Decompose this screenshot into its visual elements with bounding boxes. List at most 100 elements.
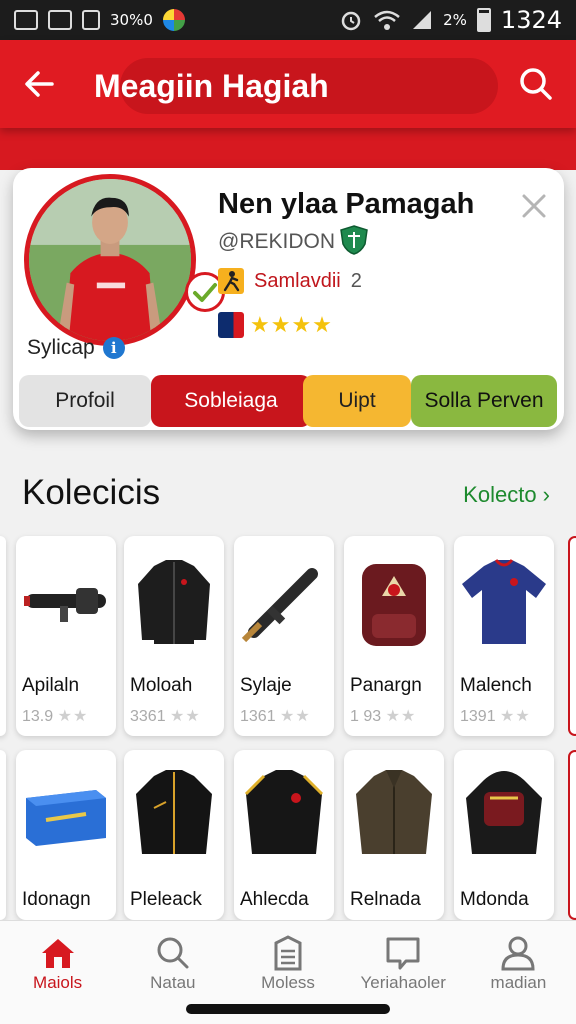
status-text: 30%0 <box>110 11 153 29</box>
app-bar: Meagiin Hagiah <box>0 40 576 170</box>
tab-sobleiaga[interactable]: Sobleiaga <box>151 375 311 427</box>
runner-icon <box>218 268 244 294</box>
tab-profile[interactable]: Profoil <box>19 375 151 427</box>
nav-label: Yeriahaoler <box>360 973 446 992</box>
stat-label: Samlavdii <box>254 269 341 292</box>
item-name: Relnada <box>350 889 421 910</box>
collection-item[interactable]: Panargn 1 93 ★★ <box>344 536 444 736</box>
collection-item[interactable]: Apilaln 13.9 ★★ <box>16 536 116 736</box>
jacket-icon <box>136 770 212 854</box>
item-meta: 3361 ★★ <box>130 706 201 726</box>
search-icon <box>157 937 189 969</box>
section-title: Kolecicis <box>22 473 161 512</box>
tab-uipt[interactable]: Uipt <box>303 375 411 427</box>
item-meta: 1391 ★★ <box>460 706 531 726</box>
collection-item[interactable]: Relnada <box>344 750 444 920</box>
item-stars: ★★ <box>500 708 531 725</box>
item-name: Panargn <box>350 675 422 696</box>
team-flag-icon <box>218 312 244 338</box>
club-shield-icon <box>340 225 368 255</box>
item-count: 3361 <box>130 708 166 725</box>
item-count: 1 93 <box>350 708 382 725</box>
nav-label: madian <box>490 973 547 992</box>
stat-value: 2 <box>350 269 362 292</box>
item-name: Malench <box>460 675 532 696</box>
item-name: Apilaln <box>22 675 80 696</box>
status-bar: 30%0 2% 1324 <box>0 0 576 40</box>
item-name: Moloah <box>130 675 193 696</box>
bazooka-icon <box>24 588 106 622</box>
profile-card: Nen ylaa Pamagah @REKIDON Samlavdii 2 ★★… <box>13 168 564 430</box>
chrome-icon <box>162 9 185 31</box>
tab-solla-perven[interactable]: Solla Perven <box>411 375 557 427</box>
nav-label: Moless <box>261 973 315 992</box>
partial-tile-right[interactable] <box>568 536 576 736</box>
leather-jacket-icon <box>356 770 432 854</box>
item-stars: ★★ <box>280 708 311 725</box>
partial-tile-left[interactable] <box>0 750 6 920</box>
close-button[interactable] <box>518 190 550 222</box>
item-meta: 13.9 ★★ <box>22 706 88 726</box>
collection-item[interactable]: Sylaje 1361 ★★ <box>234 536 334 736</box>
stat-row: Samlavdii 2 <box>218 268 362 294</box>
collection-item[interactable]: Malench 1391 ★★ <box>454 536 554 736</box>
nav-item-profile[interactable]: madian <box>461 921 576 1024</box>
player-photo <box>29 179 191 341</box>
profile-caption: Sylicap i <box>27 336 125 360</box>
back-button[interactable] <box>20 64 60 104</box>
signal-icon <box>413 11 432 29</box>
app-notification-icon-2 <box>82 10 100 30</box>
caption-label: Sylicap <box>27 336 95 359</box>
hoodie-icon <box>466 771 542 854</box>
collection-item[interactable]: Ahlecda <box>234 750 334 920</box>
close-icon <box>522 194 546 218</box>
profile-icon <box>501 936 535 971</box>
item-name: Mdonda <box>460 889 529 910</box>
back-arrow-icon <box>25 71 54 97</box>
wifi-icon <box>374 10 400 30</box>
item-stars: ★★ <box>57 708 89 725</box>
partial-tile-right[interactable] <box>568 750 576 920</box>
item-name: Pleleack <box>130 889 202 910</box>
nav-label: Maiols <box>33 973 83 992</box>
gallery-icon <box>14 10 38 30</box>
collection-item[interactable]: Pleleack <box>124 750 224 920</box>
see-all-link[interactable]: Kolecto › <box>463 482 550 508</box>
rating-row: ★★★★ <box>218 312 333 338</box>
chat-icon <box>386 937 420 970</box>
item-stars: ★★ <box>170 708 201 725</box>
home-indicator[interactable] <box>186 1004 390 1014</box>
alarm-icon <box>341 11 361 31</box>
item-name: Idonagn <box>22 889 91 910</box>
avatar[interactable] <box>24 174 196 346</box>
battery-icon <box>476 8 491 32</box>
search-icon <box>520 68 552 100</box>
item-count: 13.9 <box>22 708 54 725</box>
rating-stars: ★★★★ <box>250 312 333 337</box>
rifle-icon <box>241 568 318 643</box>
item-meta: 1361 ★★ <box>240 706 311 726</box>
clock: 1324 <box>500 6 562 34</box>
backpack-icon <box>362 564 426 646</box>
page-title: Meagiin Hagiah <box>94 68 329 104</box>
jacket-icon <box>138 560 210 644</box>
jersey-icon <box>462 559 546 644</box>
battery-percent: 2% <box>443 11 467 29</box>
app-bar-inner: Meagiin Hagiah <box>0 40 576 128</box>
document-icon <box>274 935 302 971</box>
collection-item[interactable]: Mdonda <box>454 750 554 920</box>
home-icon <box>41 939 74 968</box>
item-name: Sylaje <box>240 675 292 696</box>
info-icon[interactable]: i <box>102 337 125 359</box>
partial-tile-left[interactable] <box>0 536 6 736</box>
item-count: 1391 <box>460 708 496 725</box>
box-icon <box>26 790 106 846</box>
item-name: Ahlecda <box>240 889 309 910</box>
collection-item[interactable]: Idonagn <box>16 750 116 920</box>
search-button[interactable] <box>516 64 556 104</box>
collection-item[interactable]: Moloah 3361 ★★ <box>124 536 224 736</box>
nav-item-home[interactable]: Maiols <box>0 921 115 1024</box>
profile-name: Nen ylaa Pamagah <box>218 188 475 220</box>
item-stars: ★★ <box>385 708 417 725</box>
check-icon <box>193 283 217 302</box>
